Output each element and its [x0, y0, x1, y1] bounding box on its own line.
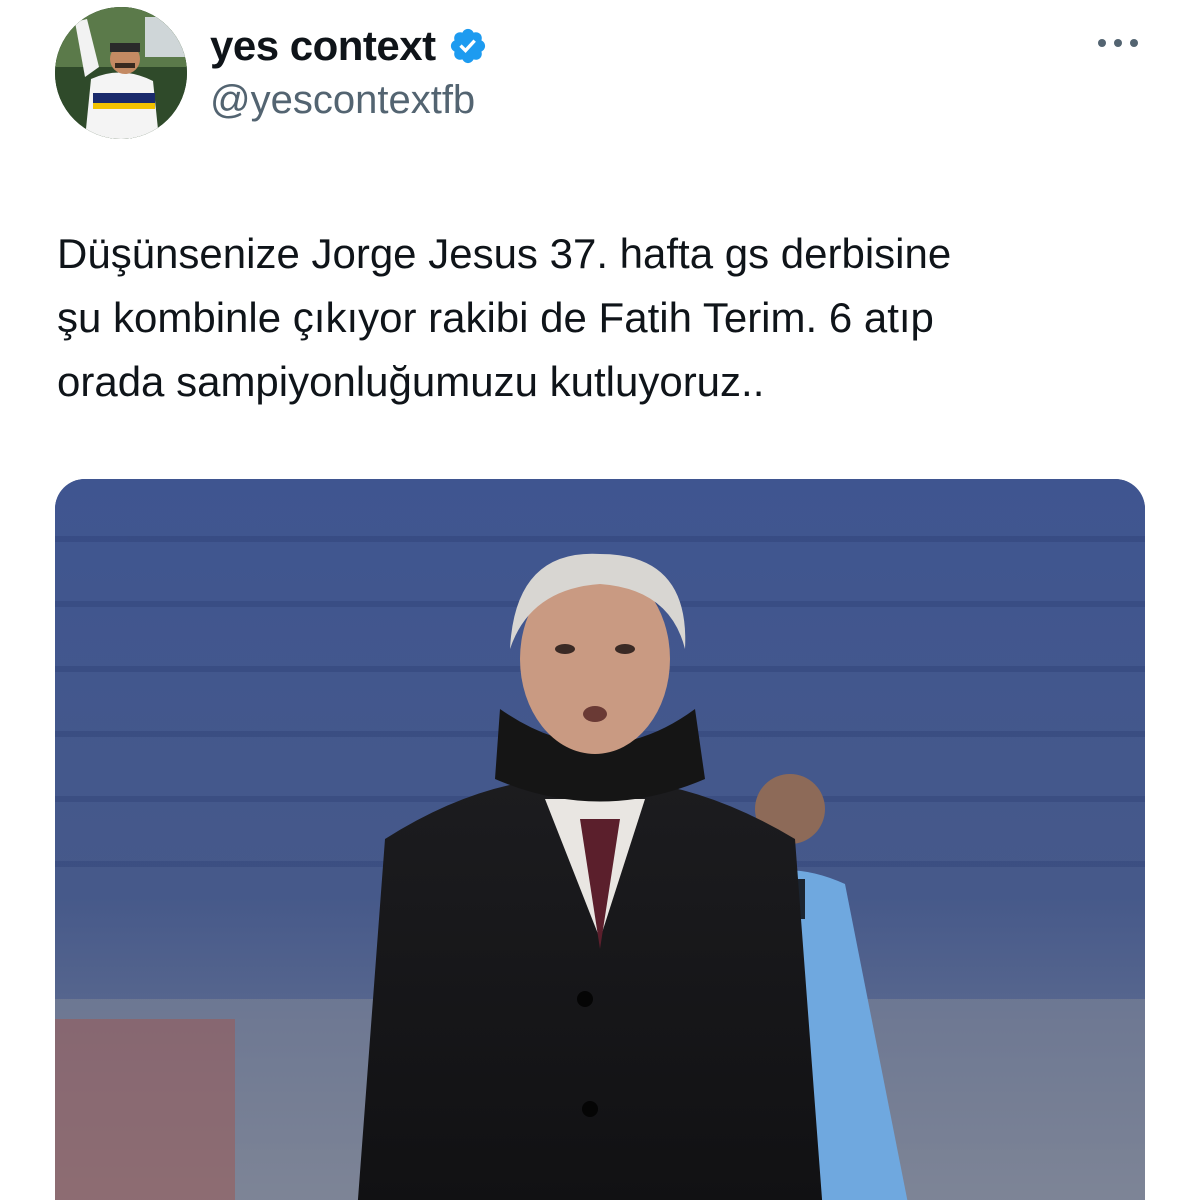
avatar[interactable]: [55, 7, 187, 139]
name-row: yes context: [210, 22, 488, 70]
more-horizontal-icon[interactable]: [1096, 32, 1140, 54]
verified-badge-icon: [448, 26, 488, 66]
tweet: yes context @yescontextfb Düşünsenize Jo…: [0, 0, 1200, 1200]
media-photo-illustration: [55, 479, 1145, 1200]
tweet-text: Düşünsenize Jorge Jesus 37. hafta gs der…: [57, 230, 952, 405]
user-handle[interactable]: @yescontextfb: [210, 78, 488, 123]
avatar-photo: [55, 7, 187, 139]
tweet-media-photo[interactable]: [55, 479, 1145, 1200]
author-block: yes context @yescontextfb: [210, 22, 488, 123]
display-name[interactable]: yes context: [210, 22, 436, 70]
